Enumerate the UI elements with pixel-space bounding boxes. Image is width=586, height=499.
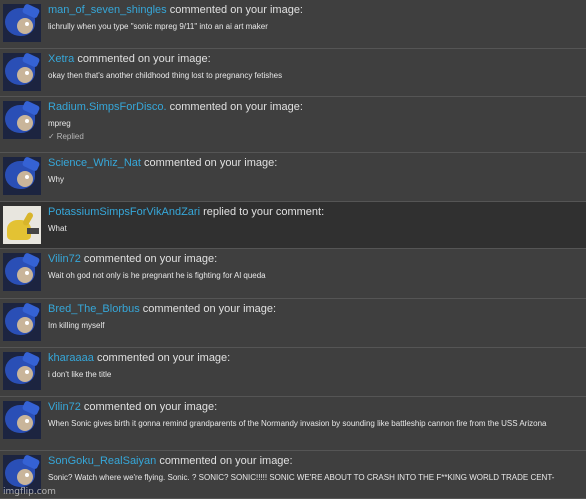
username-link[interactable]: Bred_The_Blorbus [48, 303, 140, 315]
notification-action: commented on your image: [169, 101, 303, 113]
notification-item[interactable]: SonGoku_RealSaiyan commented on your ima… [0, 451, 586, 499]
notification-action: commented on your image: [96, 352, 231, 364]
notification-action: commented on your image: [83, 401, 218, 413]
sonic-avatar-icon[interactable] [3, 401, 41, 439]
replied-label: Replied [56, 132, 84, 141]
notification-action: commented on your image: [77, 53, 211, 65]
notification-title: Science_Whiz_Nat commented on your image… [48, 153, 586, 170]
checkmark-icon: ✓ [48, 132, 55, 141]
notification-action: replied to your comment: [203, 206, 325, 218]
notification-item[interactable]: Radium.SimpsForDisco. commented on your … [0, 97, 586, 153]
notification-title: Vilin72 commented on your image: [48, 249, 586, 266]
notification-item[interactable]: Bred_The_Blorbus commented on your image… [0, 299, 586, 348]
notification-title: SonGoku_RealSaiyan commented on your ima… [48, 451, 586, 468]
notification-action: commented on your image: [159, 455, 293, 467]
notification-item[interactable]: Vilin72 commented on your image: Wait oh… [0, 249, 586, 299]
username-link[interactable]: man_of_seven_shingles [48, 4, 167, 16]
username-link[interactable]: Science_Whiz_Nat [48, 157, 141, 169]
username-link[interactable]: Xetra [48, 53, 74, 65]
sonic-avatar-icon[interactable] [3, 157, 41, 195]
comment-text: Im killing myself [48, 321, 105, 330]
comment-text: okay then that's another childhood thing… [48, 71, 283, 80]
notification-title: Radium.SimpsForDisco. commented on your … [48, 97, 586, 114]
notification-title: PotassiumSimpsForVikAndZari replied to y… [48, 202, 586, 219]
comment-text: When Sonic gives birth it gonna remind g… [48, 419, 547, 428]
notification-action: commented on your image: [142, 303, 277, 315]
notification-action: commented on your image: [169, 4, 303, 16]
notification-title: Xetra commented on your image: [48, 49, 586, 66]
username-link[interactable]: kharaaaa [48, 352, 94, 364]
notification-action: commented on your image: [144, 157, 278, 169]
username-link[interactable]: Vilin72 [48, 253, 81, 265]
username-link[interactable]: Vilin72 [48, 401, 81, 413]
sonic-avatar-icon[interactable] [3, 101, 41, 139]
comment-text: Sonic? Watch where we're flying. Sonic. … [48, 473, 555, 482]
notification-item[interactable]: PotassiumSimpsForVikAndZari replied to y… [0, 202, 586, 249]
comment-text: mpreg [48, 119, 71, 128]
imgflip-watermark: imgflip.com [3, 487, 56, 497]
sonic-avatar-icon[interactable] [3, 253, 41, 291]
username-link[interactable]: Radium.SimpsForDisco. [48, 101, 167, 113]
comment-text: What [48, 224, 67, 233]
notification-title: Vilin72 commented on your image: [48, 397, 586, 414]
sonic-avatar-icon[interactable] [3, 4, 41, 42]
comment-text: Why [48, 175, 64, 184]
notification-item[interactable]: Vilin72 commented on your image: When So… [0, 397, 586, 451]
pikachu-avatar-icon[interactable] [3, 206, 41, 244]
notification-title: man_of_seven_shingles commented on your … [48, 0, 586, 17]
notification-title: Bred_The_Blorbus commented on your image… [48, 299, 586, 316]
sonic-avatar-icon[interactable] [3, 352, 41, 390]
sonic-avatar-icon[interactable] [3, 303, 41, 341]
sonic-avatar-icon[interactable] [3, 53, 41, 91]
comment-text: i don't like the title [48, 370, 112, 379]
comment-text: Wait oh god not only is he pregnant he i… [48, 271, 266, 280]
notification-action: commented on your image: [83, 253, 218, 265]
comment-text: lichrully when you type "sonic mpreg 9/1… [48, 22, 268, 31]
notification-list: man_of_seven_shingles commented on your … [0, 0, 586, 499]
notification-item[interactable]: kharaaaa commented on your image: i don'… [0, 348, 586, 397]
notification-title: kharaaaa commented on your image: [48, 348, 586, 365]
notification-item[interactable]: Science_Whiz_Nat commented on your image… [0, 153, 586, 202]
username-link[interactable]: PotassiumSimpsForVikAndZari [48, 206, 200, 218]
notification-item[interactable]: man_of_seven_shingles commented on your … [0, 0, 586, 49]
replied-status: ✓ Replied [48, 132, 586, 142]
notification-item[interactable]: Xetra commented on your image: okay then… [0, 49, 586, 97]
username-link[interactable]: SonGoku_RealSaiyan [48, 455, 156, 467]
